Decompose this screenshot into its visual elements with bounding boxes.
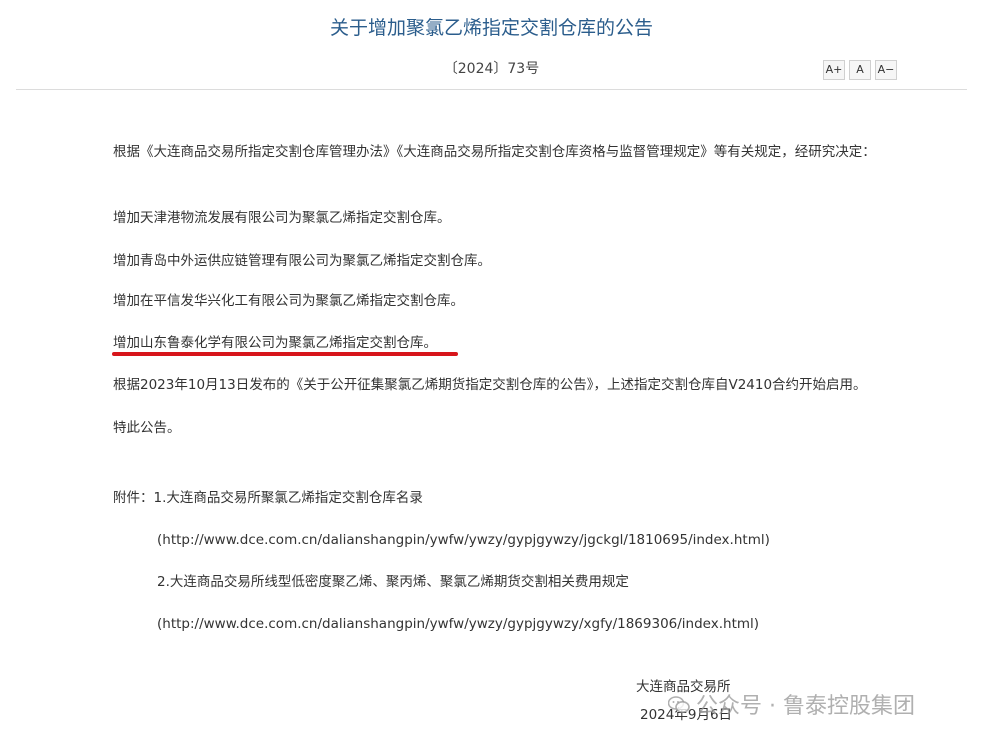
wechat-watermark: 公众号 · 鲁泰控股集团 <box>667 688 915 720</box>
attachment-link-2[interactable]: (http://www.dce.com.cn/dalianshangpin/yw… <box>157 614 759 634</box>
item-paragraph-1: 增加天津港物流发展有限公司为聚氯乙烯指定交割仓库。 <box>113 210 451 226</box>
watermark-text: 公众号 · 鲁泰控股集团 <box>696 694 915 719</box>
font-increase-button[interactable]: A+ <box>823 60 845 80</box>
header-divider <box>16 89 967 90</box>
basis-paragraph: 根据2023年10月13日发布的《关于公开征集聚氯乙烯期货指定交割仓库的公告》，… <box>113 377 867 393</box>
highlight-underline <box>112 352 458 356</box>
font-size-controls: A+ A A− <box>823 60 897 80</box>
attachment-item-1: 附件：1.大连商品交易所聚氯乙烯指定交割仓库名录 <box>113 490 423 506</box>
font-decrease-button[interactable]: A− <box>875 60 897 80</box>
attachment-link-1[interactable]: (http://www.dce.com.cn/dalianshangpin/yw… <box>157 530 770 550</box>
notice-title: 关于增加聚氯乙烯指定交割仓库的公告 <box>329 17 653 39</box>
font-normal-button[interactable]: A <box>849 60 871 80</box>
item-paragraph-2: 增加青岛中外运供应链管理有限公司为聚氯乙烯指定交割仓库。 <box>113 253 491 269</box>
item-paragraph-4: 增加山东鲁泰化学有限公司为聚氯乙烯指定交割仓库。 <box>113 335 437 351</box>
attachment-item-2: 2.大连商品交易所线型低密度聚乙烯、聚丙烯、聚氯乙烯期货交割相关费用规定 <box>157 574 629 590</box>
wechat-icon <box>667 695 690 713</box>
intro-paragraph: 根据《大连商品交易所指定交割仓库管理办法》《大连商品交易所指定交割仓库资格与监督… <box>113 144 876 160</box>
item-paragraph-3: 增加在平信发华兴化工有限公司为聚氯乙烯指定交割仓库。 <box>113 293 464 309</box>
closing-paragraph: 特此公告。 <box>113 420 181 436</box>
